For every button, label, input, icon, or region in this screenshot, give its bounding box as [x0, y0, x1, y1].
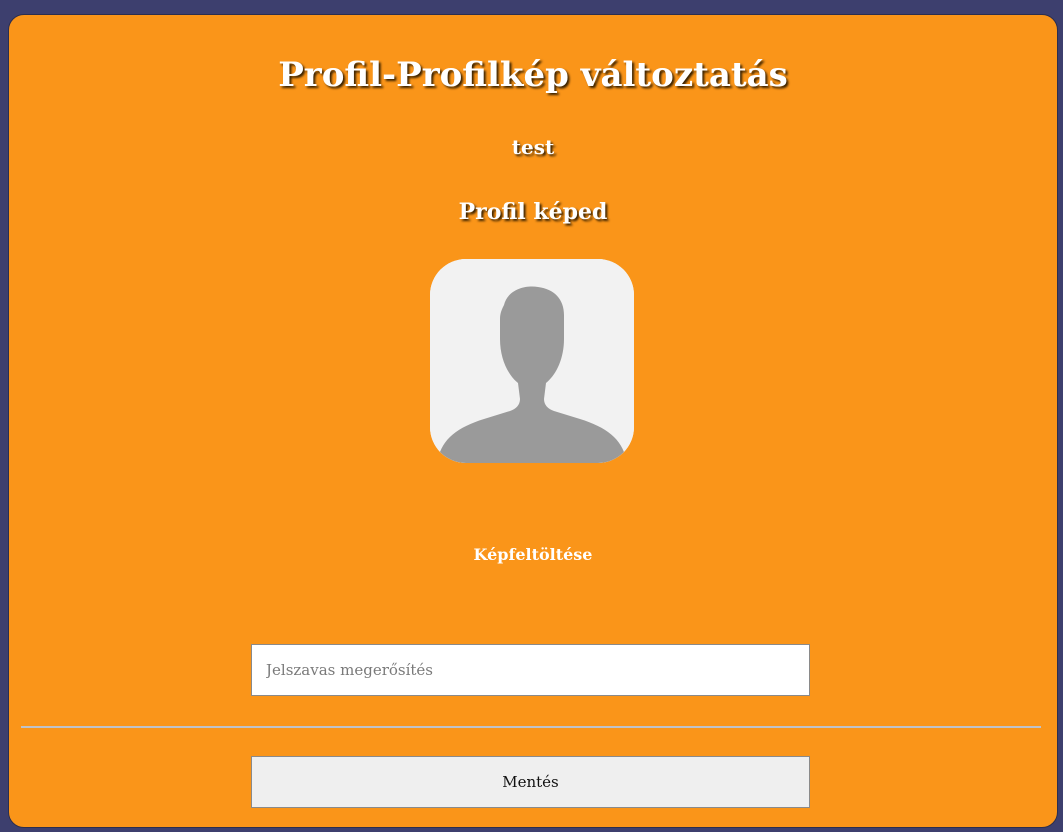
upload-image-link[interactable]: Képfeltöltése	[9, 545, 1057, 564]
avatar	[430, 259, 634, 463]
profile-card: Profil-Profilkép változtatás test Profil…	[8, 14, 1058, 828]
save-button[interactable]: Mentés	[251, 756, 810, 808]
browser-viewport: Profil-Profilkép változtatás test Profil…	[0, 0, 1063, 832]
page-title: Profil-Profilkép változtatás	[278, 55, 788, 95]
avatar-heading: Profil képed	[458, 199, 608, 225]
password-confirmation-input[interactable]	[251, 644, 810, 696]
divider	[21, 726, 1041, 728]
username-label: test	[511, 135, 555, 159]
default-user-silhouette-icon	[430, 259, 634, 463]
